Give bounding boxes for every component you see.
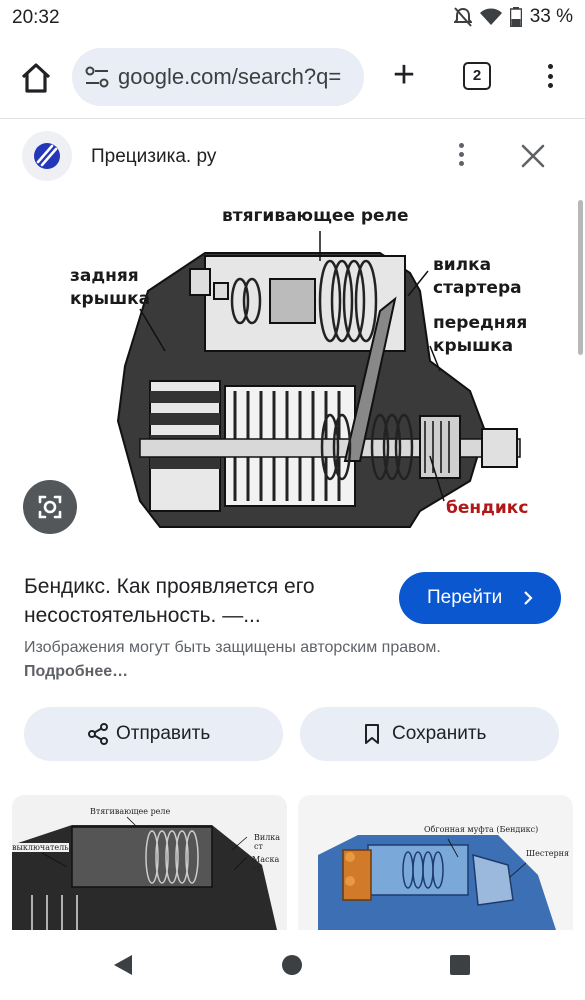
learn-more-link[interactable]: Подробнее… [24,663,128,680]
related-image-1[interactable]: Втягивающее реле выключатель Вилка ст Ма… [12,795,287,930]
battery-icon [509,7,522,27]
share-label: Отправить [116,723,211,744]
label-front-cover-2: крышка [433,336,514,356]
share-icon [88,723,108,745]
thumb1-caption-right1: Вилка ст [254,833,281,851]
site-logo-icon[interactable] [22,131,72,181]
wifi-icon [479,8,502,25]
visit-button-label: Перейти [427,587,503,608]
browser-toolbar: google.com/search?q= + 2 [0,36,585,118]
status-time: 20:32 [12,7,60,28]
address-bar[interactable]: google.com/search?q= [72,48,364,106]
battery-percent: 33 % [529,6,573,27]
url-text[interactable]: google.com/search?q= [118,64,358,90]
lens-search-button[interactable] [23,480,77,534]
thumb2-caption-top: Обгонная муфта (Бендикс) [424,825,539,834]
new-tab-plus-icon[interactable]: + [387,56,421,96]
result-image[interactable]: втягивающее реле задняя крышка вилка ста… [0,191,585,551]
visit-button[interactable]: Перейти [399,572,561,624]
status-icons: 33 % [453,6,573,28]
chevron-right-icon [524,591,533,605]
scrollbar[interactable] [578,200,583,355]
copyright-text: Изображения могут быть защищены авторски… [24,639,441,656]
label-fork-2: стартера [433,278,522,298]
label-bendix: бендикс [446,498,529,518]
label-rear-cover-1: задняя [70,266,139,286]
menu-dots-icon[interactable] [540,64,560,92]
label-relay: втягивающее реле [222,206,409,226]
source-row: Прецизика. ру [0,119,585,191]
thumb2-image [318,835,556,930]
source-name[interactable]: Прецизика. ру [91,146,216,168]
result-title[interactable]: Бендикс. Как проявляется его несостоятел… [24,572,384,630]
thumb1-caption-left: выключатель [12,843,69,852]
label-fork-1: вилка [433,255,492,275]
share-button[interactable]: Отправить [24,707,283,761]
back-icon[interactable] [112,953,134,977]
home-circle-icon[interactable] [282,955,302,975]
system-nav-bar [0,930,585,1000]
thumb1-caption-top: Втягивающее реле [90,807,171,816]
save-label: Сохранить [392,723,487,744]
related-image-2[interactable]: Обгонная муфта (Бендикс) Шестерня [298,795,573,930]
home-icon[interactable] [18,60,54,96]
thumb1-caption-right2: Маска ст [252,855,280,873]
more-vert-icon[interactable] [455,143,467,171]
tab-switcher-icon[interactable]: 2 [463,62,491,90]
close-icon[interactable] [518,141,548,171]
tune-icon[interactable] [84,65,110,89]
thumb2-caption-right: Шестерня [526,849,570,858]
bookmark-icon [365,724,379,744]
recent-apps-icon[interactable] [450,955,470,975]
save-button[interactable]: Сохранить [300,707,559,761]
copyright-notice: Изображения могут быть защищены авторски… [24,636,444,684]
lens-icon [38,495,62,519]
label-front-cover-1: передняя [433,313,528,333]
status-bar: 20:32 33 % [0,0,585,36]
alarm-off-icon [453,7,472,27]
label-rear-cover-2: крышка [70,289,151,309]
